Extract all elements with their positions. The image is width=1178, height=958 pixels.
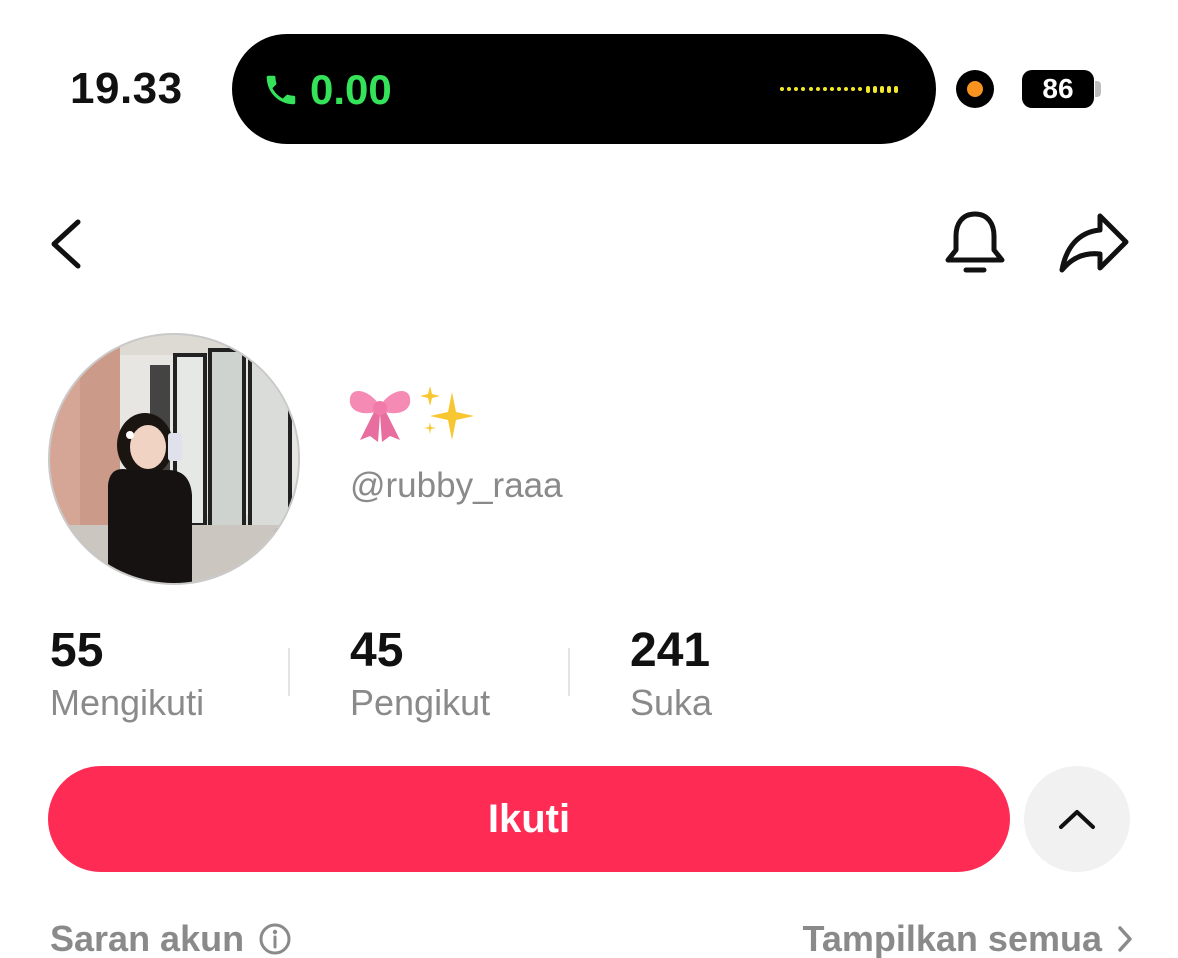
stat-likes[interactable]: 241 Suka: [630, 624, 712, 728]
bow-icon: [349, 391, 411, 442]
suggestions-toggle-button[interactable]: [1024, 766, 1130, 872]
display-name: 🎀✨: [346, 380, 482, 446]
share-button[interactable]: [1056, 208, 1134, 278]
stat-divider: [568, 648, 570, 696]
avatar-photo: [50, 335, 298, 583]
call-duration: 0.00: [310, 66, 392, 113]
followers-count: 45: [350, 624, 404, 677]
dynamic-island-call[interactable]: 0.00: [232, 34, 936, 144]
notification-button[interactable]: [940, 206, 1010, 280]
audio-waveform-icon: [780, 85, 898, 93]
follow-button[interactable]: Ikuti: [48, 766, 1010, 872]
username: @rubby_raaa: [350, 466, 563, 505]
share-arrow-icon: [1059, 213, 1129, 273]
battery-cap: [1095, 81, 1101, 97]
suggested-accounts-title: Saran akun: [50, 918, 245, 958]
recording-indicator-icon: [956, 70, 994, 108]
following-label: Mengikuti: [50, 682, 205, 723]
battery-level: 86: [1042, 73, 1074, 104]
chevron-up-icon: [1059, 810, 1095, 829]
sparkles-icon: [420, 386, 474, 440]
chevron-right-icon: [1118, 926, 1132, 952]
stat-followers[interactable]: 45 Pengikut: [350, 624, 490, 728]
bell-icon: [945, 211, 1005, 273]
show-all-link[interactable]: Tampilkan semua: [803, 918, 1134, 958]
suggested-accounts-heading: Saran akun: [50, 918, 292, 958]
status-time: 19.33: [70, 64, 183, 113]
profile-screen: 19.33 0.00 86 @rubby_raaa 55 Mengikuti 4…: [0, 0, 1178, 958]
likes-count: 241: [630, 624, 711, 677]
battery-indicator: 86: [1022, 70, 1094, 108]
show-all-label: Tampilkan semua: [802, 918, 1102, 958]
likes-label: Suka: [630, 682, 713, 723]
stat-divider: [288, 648, 290, 696]
stat-following[interactable]: 55 Mengikuti: [50, 624, 204, 728]
info-icon[interactable]: [258, 922, 292, 956]
profile-avatar[interactable]: [48, 333, 300, 585]
phone-icon: [266, 75, 296, 105]
followers-label: Pengikut: [350, 682, 491, 723]
following-count: 55: [50, 624, 104, 677]
chevron-left-icon: [51, 219, 81, 269]
back-button[interactable]: [42, 212, 102, 276]
